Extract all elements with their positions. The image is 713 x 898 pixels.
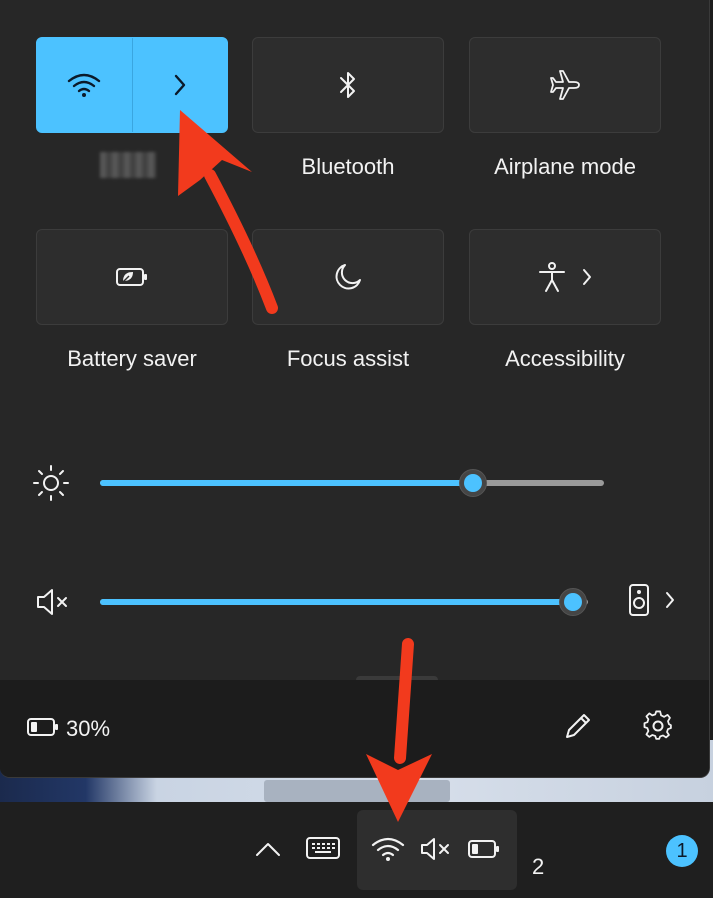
wifi-icon — [371, 837, 405, 861]
wifi-network-name-redacted — [100, 152, 156, 178]
taskbar: 2 1 — [0, 802, 713, 898]
wifi-tile — [36, 37, 228, 133]
focus-assist-tile[interactable] — [252, 229, 444, 325]
background-window-edge — [264, 780, 450, 802]
battery-saver-label: Battery saver — [67, 346, 197, 371]
accessibility-icon — [539, 262, 565, 292]
speaker-device-icon — [629, 584, 649, 616]
quick-settings-footer: 30% — [0, 680, 709, 777]
brightness-slider[interactable] — [100, 469, 604, 497]
brightness-slider-row — [0, 462, 709, 502]
quick-settings-tiles-area: Bluetooth Airplane mode Battery saver Fo… — [0, 0, 709, 680]
battery-icon — [468, 840, 499, 858]
wifi-networks-button[interactable] — [133, 38, 228, 132]
volume-slider-fill — [100, 599, 574, 605]
speaker-muted-icon[interactable] — [34, 583, 72, 621]
brightness-slider-thumb[interactable] — [458, 469, 487, 497]
wifi-icon — [68, 73, 101, 97]
volume-slider[interactable] — [100, 588, 588, 616]
battery-icon — [27, 718, 58, 736]
quick-settings-panel: Bluetooth Airplane mode Battery saver Fo… — [0, 0, 710, 778]
chevron-up-icon[interactable] — [254, 840, 282, 858]
volume-slider-row — [0, 581, 709, 621]
speaker-muted-icon — [421, 838, 449, 860]
airplane-icon — [550, 70, 580, 100]
chevron-right-icon — [174, 74, 185, 96]
battery-percentage: 30% — [66, 716, 111, 741]
moon-icon — [335, 264, 361, 290]
bluetooth-tile[interactable] — [252, 37, 444, 133]
pencil-icon[interactable] — [562, 710, 594, 742]
bluetooth-icon — [340, 72, 355, 98]
chevron-right-icon — [583, 269, 591, 285]
accessibility-label: Accessibility — [505, 346, 625, 371]
airplane-mode-label: Airplane mode — [494, 154, 636, 179]
bluetooth-label: Bluetooth — [301, 154, 395, 179]
focus-assist-label: Focus assist — [286, 346, 410, 371]
accessibility-tile[interactable] — [469, 229, 661, 325]
network-volume-battery-tray-button[interactable] — [357, 810, 517, 890]
wifi-toggle-button[interactable] — [37, 38, 132, 132]
chevron-right-icon — [666, 592, 674, 608]
battery-saver-icon — [116, 268, 147, 286]
gear-icon[interactable] — [642, 710, 674, 742]
volume-slider-thumb[interactable] — [559, 588, 588, 616]
clock-partial[interactable]: 2 — [532, 854, 544, 880]
audio-output-button[interactable] — [628, 583, 676, 617]
brightness-slider-fill — [100, 480, 473, 486]
battery-saver-tile[interactable] — [36, 229, 228, 325]
keyboard-icon[interactable] — [305, 836, 341, 860]
notification-badge[interactable]: 1 — [666, 835, 698, 867]
sun-icon — [33, 465, 69, 501]
airplane-mode-tile[interactable] — [469, 37, 661, 133]
